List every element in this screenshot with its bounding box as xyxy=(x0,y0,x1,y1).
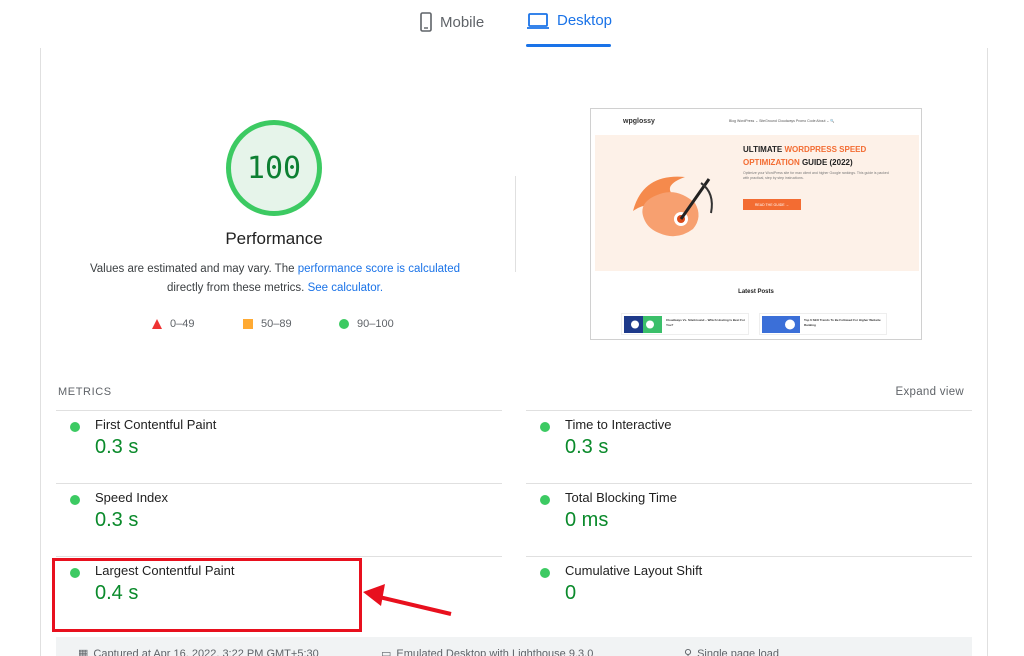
metric-value: 0.3 s xyxy=(95,436,139,458)
post-card-title: Top 6 SEO Trends To Be Followed For High… xyxy=(804,318,881,327)
person-icon: ⚲ xyxy=(684,648,693,656)
load-text: Single page load xyxy=(697,647,780,656)
metric-name: Time to Interactive xyxy=(565,417,672,432)
metric-value: 0 ms xyxy=(565,509,609,531)
mobile-icon xyxy=(420,12,432,32)
desktop-icon: ▭ xyxy=(381,648,392,656)
expand-view-toggle[interactable]: Expand view xyxy=(895,386,964,398)
legend-pass-label: 90–100 xyxy=(357,318,394,330)
post-card-title: Cloudways Vs. SiteGround – Which Hosting… xyxy=(666,318,746,327)
triangle-icon xyxy=(152,319,162,329)
circle-icon xyxy=(339,319,349,329)
performance-gauge[interactable]: 100 xyxy=(226,120,322,216)
preview-headline: ULTIMATE WORDPRESS SPEED OPTIMIZATION GU… xyxy=(743,143,903,169)
metric-name: Speed Index xyxy=(95,490,169,505)
tab-desktop[interactable]: Desktop xyxy=(527,12,612,29)
speedometer-illustration xyxy=(633,176,713,237)
device-tabs: Mobile Desktop xyxy=(0,0,1024,48)
square-icon xyxy=(243,319,253,329)
pass-circle-icon xyxy=(540,422,550,432)
pass-circle-icon xyxy=(540,568,550,578)
performance-title: Performance xyxy=(225,229,323,248)
metric-name: First Contentful Paint xyxy=(95,417,217,432)
pass-circle-icon xyxy=(540,495,550,505)
metrics-heading: METRICS xyxy=(58,386,112,398)
preview-body-text: Optimize your WordPress site for max cli… xyxy=(743,171,889,180)
page-load-type: ⚲ Single page load xyxy=(684,647,779,656)
desktop-icon xyxy=(527,12,549,29)
legend-average-label: 50–89 xyxy=(261,318,292,330)
active-tab-indicator xyxy=(526,44,611,47)
headline-highlight-1: WORDPRESS SPEED xyxy=(784,145,867,154)
legend-pass: 90–100 xyxy=(339,318,394,330)
headline-highlight-2: OPTIMIZATION xyxy=(743,158,800,167)
emulated-text: Emulated Desktop with Lighthouse 9.3.0 xyxy=(396,647,594,656)
metric-time-to-interactive: Time to Interactive 0.3 s xyxy=(526,410,972,483)
legend-fail: 0–49 xyxy=(152,318,194,330)
calendar-icon: ▦ xyxy=(78,648,89,656)
desc-prefix: Values are estimated and may vary. The xyxy=(89,263,298,275)
see-calculator-link[interactable]: See calculator. xyxy=(308,282,383,294)
metric-value: 0.3 s xyxy=(95,509,139,531)
metric-name: Cumulative Layout Shift xyxy=(565,563,703,578)
metric-value: 0 xyxy=(565,582,577,604)
score-calculated-link[interactable]: performance score is calculated xyxy=(298,263,460,275)
annotation-arrow-icon xyxy=(363,584,452,616)
pass-circle-icon xyxy=(70,422,80,432)
metric-cumulative-layout-shift: Cumulative Layout Shift 0 xyxy=(526,556,972,629)
card-border-left xyxy=(40,48,41,656)
metric-name: Total Blocking Time xyxy=(565,490,677,505)
captured-at-text: Captured at Apr 16, 2022, 3:22 PM GMT+5:… xyxy=(93,647,319,656)
desc-mid: directly from these metrics. xyxy=(166,282,308,294)
preview-post-card: Top 6 SEO Trends To Be Followed For High… xyxy=(759,313,887,335)
tab-mobile[interactable]: Mobile xyxy=(420,12,484,32)
page-screenshot-preview[interactable]: wpglossy Blog WordPress ⌄ SiteGround Clo… xyxy=(590,108,922,340)
captured-at: ▦ Captured at Apr 16, 2022, 3:22 PM GMT+… xyxy=(78,647,319,656)
post-thumbnail xyxy=(624,316,662,333)
tab-desktop-label: Desktop xyxy=(557,12,613,29)
metric-value: 0.3 s xyxy=(565,436,609,458)
metric-first-contentful-paint: First Contentful Paint 0.3 s xyxy=(56,410,502,483)
performance-score: 100 xyxy=(246,150,302,186)
preview-logo: wpglossy xyxy=(623,118,655,125)
legend-average: 50–89 xyxy=(243,318,292,330)
card-border-right xyxy=(987,48,988,656)
emulated-device: ▭ Emulated Desktop with Lighthouse 9.3.0 xyxy=(381,647,593,656)
preview-menu: Blog WordPress ⌄ SiteGround Cloudways Pr… xyxy=(729,119,835,123)
metric-total-blocking-time: Total Blocking Time 0 ms xyxy=(526,483,972,556)
tab-mobile-label: Mobile xyxy=(440,13,485,31)
post-thumbnail xyxy=(762,316,800,333)
runtime-settings-bar: ▦ Captured at Apr 16, 2022, 3:22 PM GMT+… xyxy=(56,637,972,656)
headline-part-2: GUIDE (2022) xyxy=(799,158,853,167)
legend-fail-label: 0–49 xyxy=(170,318,195,330)
pass-circle-icon xyxy=(70,495,80,505)
preview-post-card: Cloudways Vs. SiteGround – Which Hosting… xyxy=(621,313,749,335)
metric-speed-index: Speed Index 0.3 s xyxy=(56,483,502,556)
lcp-highlight-annotation xyxy=(52,558,362,632)
preview-read-guide-button: READ THE GUIDE → xyxy=(743,199,801,210)
preview-latest-posts: Latest Posts xyxy=(738,289,774,295)
performance-description: Values are estimated and may vary. The p… xyxy=(70,260,480,298)
headline-part-1: ULTIMATE xyxy=(743,145,785,154)
section-divider xyxy=(515,176,516,272)
